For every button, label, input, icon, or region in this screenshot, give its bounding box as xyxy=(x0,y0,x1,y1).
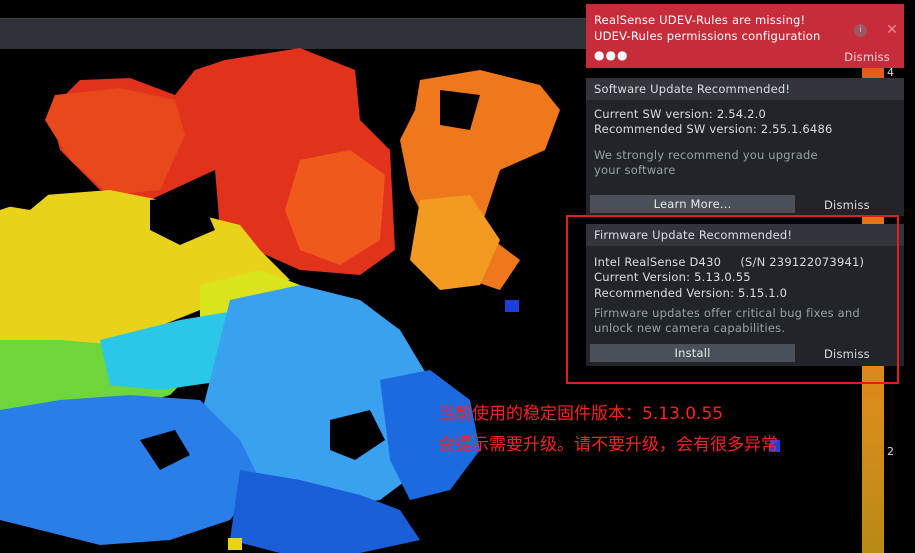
more-dots-icon[interactable]: ●●● xyxy=(594,48,628,62)
software-update-notification: Software Update Recommended! Current SW … xyxy=(586,78,904,216)
software-update-title: Software Update Recommended! xyxy=(594,82,791,96)
software-update-header: Software Update Recommended! xyxy=(586,78,904,100)
udev-dismiss-button[interactable]: Dismiss xyxy=(844,50,890,64)
close-icon[interactable]: ✕ xyxy=(886,22,898,38)
current-sw-version: Current SW version: 2.54.2.0 xyxy=(594,107,766,121)
udev-alert-line2: UDEV-Rules permissions configuration xyxy=(594,29,821,43)
annotation-highlight-box xyxy=(566,215,899,384)
sw-message-line1: We strongly recommend you upgrade xyxy=(594,148,818,162)
sw-message-line2: your software xyxy=(594,163,676,177)
depth-region-orange-left xyxy=(45,88,185,195)
recommended-sw-version: Recommended SW version: 2.55.1.6486 xyxy=(594,122,833,136)
scale-label-bottom: 2 xyxy=(887,445,894,458)
udev-rules-alert: RealSense UDEV-Rules are missing! UDEV-R… xyxy=(586,4,904,68)
annotation-line1: 当前使用的稳定固件版本：5.13.0.55 xyxy=(438,404,724,424)
learn-more-button[interactable]: Learn More... xyxy=(590,195,795,213)
info-icon[interactable]: i xyxy=(854,24,867,37)
depth-speck xyxy=(228,538,242,550)
udev-alert-line1: RealSense UDEV-Rules are missing! xyxy=(594,13,806,27)
sw-dismiss-button[interactable]: Dismiss xyxy=(824,198,870,212)
depth-speck xyxy=(505,300,519,312)
annotation-line2: 会提示需要升级。请不要升级，会有很多异常 xyxy=(438,435,778,455)
